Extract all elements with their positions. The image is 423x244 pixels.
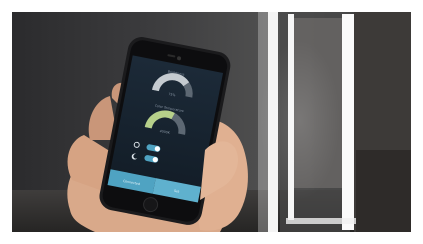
- light-strip-right: [342, 14, 354, 230]
- photo-scene: Brightness 75% Color Temperature 4000K C…: [0, 0, 423, 244]
- light-glow: [260, 40, 340, 200]
